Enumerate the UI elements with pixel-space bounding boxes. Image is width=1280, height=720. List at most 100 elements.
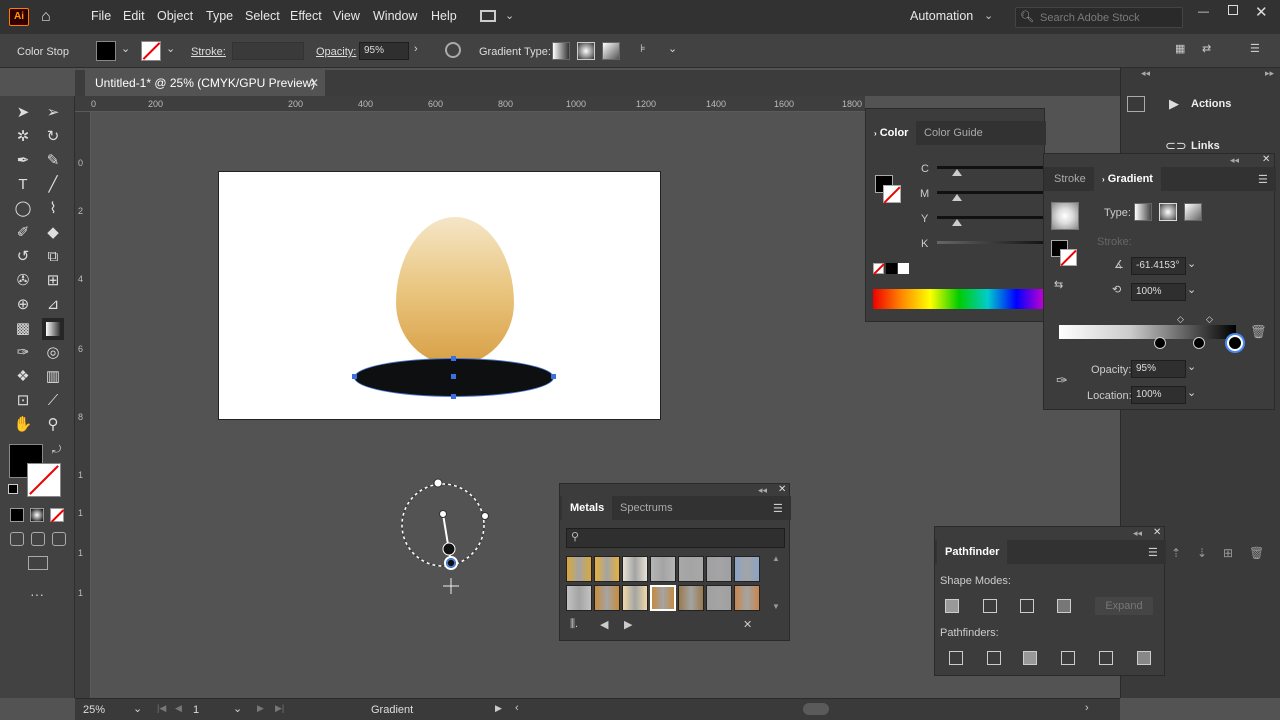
- draw-normal-icon[interactable]: [10, 532, 24, 546]
- metal-swatch[interactable]: [650, 556, 676, 582]
- metal-swatch[interactable]: [650, 585, 676, 611]
- close-window-button[interactable]: ✕: [1255, 3, 1268, 21]
- none-mode-icon[interactable]: [50, 508, 65, 523]
- panel-menu-icon[interactable]: ☰: [1148, 546, 1158, 559]
- draw-inside-icon[interactable]: [52, 532, 66, 546]
- reverse-gradient-icon[interactable]: ⇆: [1054, 278, 1063, 291]
- zoom-level[interactable]: 25%: [83, 704, 105, 716]
- symbol-sprayer-icon[interactable]: ❖: [12, 366, 34, 388]
- tab-pathfinder[interactable]: Pathfinder: [937, 540, 1008, 564]
- chevron-down-icon[interactable]: ⌄: [233, 702, 242, 715]
- merge-icon[interactable]: [1023, 651, 1037, 665]
- metal-swatch[interactable]: [706, 585, 732, 611]
- scroll-down-icon[interactable]: ▼: [772, 602, 780, 611]
- radial-gradient-button[interactable]: [1159, 203, 1177, 221]
- magic-wand-icon[interactable]: ✲: [12, 126, 34, 148]
- collapse-icon[interactable]: ◂◂: [1141, 68, 1150, 79]
- menu-object[interactable]: Object: [157, 9, 193, 23]
- chevron-down-icon[interactable]: ⌄: [121, 42, 130, 55]
- document-tab[interactable]: Untitled-1* @ 25% (CMYK/GPU Preview) ✕: [85, 70, 325, 96]
- last-artboard-icon[interactable]: ▶|: [275, 703, 284, 714]
- outline-icon[interactable]: [1099, 651, 1113, 665]
- collapse-icon[interactable]: ◂◂: [1230, 155, 1239, 166]
- pen-tool-icon[interactable]: ✒: [12, 150, 34, 172]
- metal-swatch[interactable]: [706, 556, 732, 582]
- tab-metals[interactable]: Metals: [562, 496, 613, 520]
- gradient-mode-icon[interactable]: [30, 508, 44, 522]
- tab-stroke[interactable]: Stroke: [1046, 167, 1094, 191]
- menu-view[interactable]: View: [333, 9, 360, 23]
- minus-back-icon[interactable]: [1137, 651, 1151, 665]
- trash-icon[interactable]: 🗑︎: [1249, 546, 1264, 560]
- fill-swatch[interactable]: [96, 41, 116, 61]
- actions-label[interactable]: Actions: [1191, 98, 1231, 110]
- close-icon[interactable]: ✕: [778, 484, 786, 495]
- eyedropper-icon[interactable]: ✑: [1056, 372, 1068, 389]
- metal-swatch[interactable]: [678, 585, 704, 611]
- gradient-annotator[interactable]: [395, 470, 505, 600]
- exclude-icon[interactable]: [1057, 599, 1071, 613]
- menu-effect[interactable]: Effect: [290, 9, 322, 23]
- linear-gradient-button[interactable]: [552, 42, 570, 60]
- type-tool-icon[interactable]: T: [12, 174, 34, 196]
- chevron-down-icon[interactable]: ⌄: [1187, 386, 1196, 399]
- menu-help[interactable]: Help: [431, 9, 457, 23]
- chevron-down-icon[interactable]: ⌄: [1187, 283, 1196, 296]
- c-slider-thumb[interactable]: [952, 169, 962, 176]
- library-menu-icon[interactable]: ⫼.: [570, 618, 578, 631]
- crop-icon[interactable]: [1061, 651, 1075, 665]
- stop-opacity-field[interactable]: 95%: [1131, 360, 1186, 378]
- next-library-icon[interactable]: ▶: [624, 618, 632, 631]
- transform-icon[interactable]: ⇄: [1202, 42, 1211, 55]
- arrange-documents-icon[interactable]: [480, 10, 496, 22]
- menu-select[interactable]: Select: [245, 9, 280, 23]
- menu-type[interactable]: Type: [206, 9, 233, 23]
- menu-window[interactable]: Window: [373, 9, 417, 23]
- collapse-icon[interactable]: ◂◂: [1133, 528, 1142, 539]
- chevron-down-icon[interactable]: ⌄: [166, 42, 175, 55]
- color-stop[interactable]: [1193, 337, 1205, 349]
- horizontal-scrollbar[interactable]: [803, 703, 829, 715]
- shaper-tool-icon[interactable]: ✐: [12, 222, 34, 244]
- selection-tool-icon[interactable]: ➤: [12, 102, 34, 124]
- shadow-ellipse[interactable]: [352, 356, 556, 399]
- hand-tool-icon[interactable]: ✋: [12, 414, 34, 436]
- lasso-icon[interactable]: ↻: [42, 126, 64, 148]
- actions-play-icon[interactable]: ▶: [1169, 96, 1179, 112]
- home-icon[interactable]: ⌂: [41, 8, 51, 26]
- metal-swatch[interactable]: [622, 585, 648, 611]
- new-item-icon[interactable]: ⊞: [1223, 546, 1233, 560]
- stroke-weight-field[interactable]: [232, 42, 304, 60]
- align-icon[interactable]: ⊧: [640, 42, 646, 55]
- metal-swatch[interactable]: [734, 585, 760, 611]
- move-up-icon[interactable]: ⇡: [1171, 546, 1181, 560]
- previous-artboard-icon[interactable]: ◀: [175, 703, 182, 714]
- maximize-button[interactable]: [1228, 5, 1238, 15]
- zoom-tool-icon[interactable]: ⚲: [42, 414, 64, 436]
- tab-color-guide[interactable]: Color Guide: [916, 121, 991, 145]
- expand-button[interactable]: Expand: [1095, 597, 1153, 615]
- links-icon[interactable]: ⊂⊃: [1165, 138, 1187, 154]
- screen-mode-icon[interactable]: [28, 556, 48, 570]
- next-artboard-icon[interactable]: ▶: [257, 703, 264, 714]
- freeform-gradient-button[interactable]: [602, 42, 620, 60]
- tab-color[interactable]: › Color: [866, 121, 917, 145]
- shape-builder-icon[interactable]: ⊕: [12, 294, 34, 316]
- m-slider-thumb[interactable]: [952, 194, 962, 201]
- panel-menu-icon[interactable]: ☰: [1250, 42, 1260, 55]
- stroke-swatch[interactable]: [141, 41, 161, 61]
- chevron-right-icon[interactable]: ›: [414, 43, 418, 55]
- stroke-color-swatch[interactable]: [27, 463, 61, 497]
- curvature-tool-icon[interactable]: ✎: [42, 150, 64, 172]
- gradient-tool-icon[interactable]: [42, 318, 64, 340]
- opacity-field[interactable]: 95%: [359, 42, 409, 60]
- collapse-icon[interactable]: ▸▸: [1265, 68, 1274, 79]
- freeform-gradient-button[interactable]: [1184, 203, 1202, 221]
- recolor-icon[interactable]: [445, 42, 461, 58]
- delete-stop-icon[interactable]: 🗑︎: [1250, 324, 1267, 340]
- metal-swatch[interactable]: [622, 556, 648, 582]
- metal-swatch[interactable]: [678, 556, 704, 582]
- stroke-icon[interactable]: [1060, 249, 1077, 267]
- stop-location-field[interactable]: 100%: [1131, 386, 1186, 404]
- stock-search[interactable]: 🔍︎ Search Adobe Stock: [1015, 7, 1183, 28]
